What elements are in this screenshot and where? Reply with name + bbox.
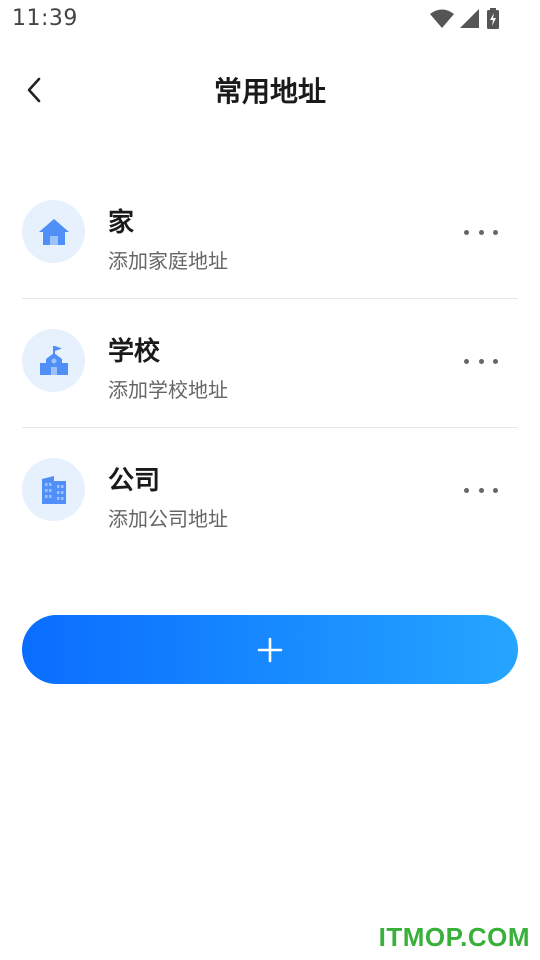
plus-icon [257, 637, 283, 662]
battery-charging-icon [487, 8, 499, 29]
school-icon-circle [22, 329, 85, 392]
address-title: 公司 [108, 466, 161, 496]
address-title: 家 [108, 208, 135, 238]
status-time: 11:39 [12, 6, 78, 31]
address-subtitle: 添加家庭地址 [108, 249, 228, 273]
address-item-office[interactable]: 公司 添加公司地址 [22, 428, 518, 557]
home-icon [38, 218, 69, 245]
nav-bar: 常用地址 [0, 56, 540, 124]
office-building-icon [41, 475, 66, 504]
more-options-icon[interactable] [464, 220, 498, 244]
wifi-icon [430, 9, 454, 28]
more-options-icon[interactable] [464, 349, 498, 373]
address-subtitle: 添加学校地址 [108, 378, 228, 402]
home-icon-circle [22, 200, 85, 263]
status-icons [430, 8, 500, 30]
page-title: 常用地址 [213, 75, 326, 108]
add-address-button[interactable] [22, 615, 518, 684]
more-options-icon[interactable] [464, 478, 498, 502]
office-icon-circle [22, 458, 85, 521]
school-icon [39, 345, 68, 375]
cell-signal-icon [460, 9, 479, 28]
watermark-logo: ITMOP.COM [378, 922, 530, 952]
address-item-home[interactable]: 家 添加家庭地址 [22, 170, 518, 299]
address-subtitle: 添加公司地址 [108, 507, 228, 531]
address-list: 家 添加家庭地址 学校 添加学校地址 公司 添加公司地址 [22, 170, 518, 557]
address-title: 学校 [108, 337, 161, 367]
status-bar: 11:39 [0, 0, 540, 36]
address-item-school[interactable]: 学校 添加学校地址 [22, 299, 518, 428]
